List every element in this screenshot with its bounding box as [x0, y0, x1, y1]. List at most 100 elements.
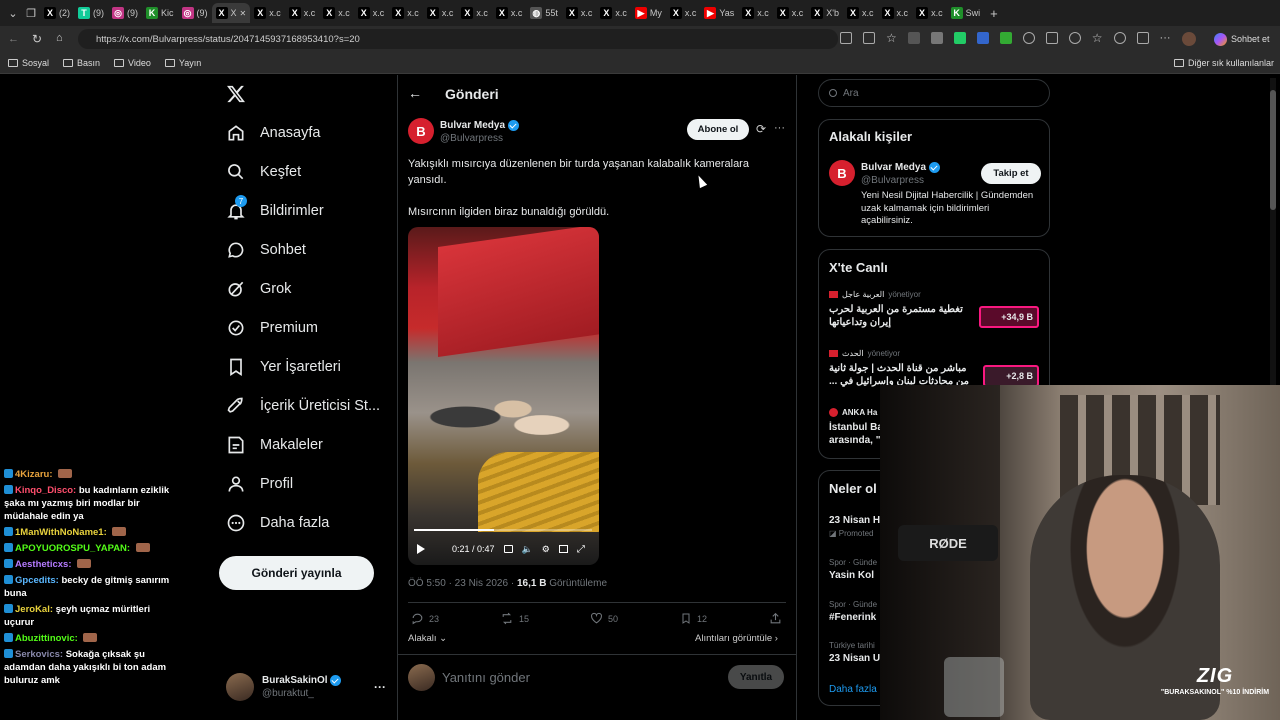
extension-icon[interactable] — [1068, 32, 1081, 44]
browser-tab[interactable]: ◎ (9) — [178, 3, 212, 23]
repost-action[interactable]: 15 — [500, 612, 529, 625]
browser-tab[interactable]: Xx.c — [457, 3, 492, 23]
browser-tab[interactable]: Xx.c — [596, 3, 631, 23]
browser-tab[interactable]: Xx.c — [912, 3, 947, 23]
related-user[interactable]: Bulvar Medya @Bulvarpress — [861, 161, 940, 187]
bookmark-folder[interactable]: Basın — [63, 58, 100, 68]
grok-explain-icon[interactable]: ⟳ — [756, 122, 766, 136]
extension-icon[interactable] — [840, 32, 852, 44]
browser-tab[interactable]: Xx.c — [738, 3, 773, 23]
browser-tab[interactable]: Xx.c — [285, 3, 320, 23]
account-switcher[interactable]: BurakSakinOl @buraktut_ ··· — [226, 670, 386, 704]
back-arrow-icon[interactable]: ← — [408, 85, 422, 101]
nav-home[interactable]: Anasayfa — [226, 123, 320, 143]
browser-tab[interactable]: T (9) — [74, 3, 108, 23]
extension-icon[interactable] — [863, 32, 875, 44]
browser-tab[interactable]: Xx.c — [319, 3, 354, 23]
trend-item[interactable]: Spor · Günde #Fenerink — [829, 598, 877, 624]
browser-tab[interactable]: X X'b — [807, 3, 843, 23]
nav-chat[interactable]: Sohbet — [226, 240, 306, 260]
extension-icon[interactable] — [930, 32, 943, 44]
extension-icon[interactable] — [1136, 32, 1149, 44]
related-filter[interactable]: Alakalı ⌄ — [408, 633, 447, 644]
like-action[interactable]: 50 — [590, 612, 618, 625]
browser-tab[interactable]: X (2) — [40, 3, 74, 23]
other-bookmarks[interactable]: Diğer sık kullanılanlar — [1173, 58, 1274, 68]
post-video[interactable]: 0:21 / 0:47 🔈 ⚙ ⤢ — [408, 227, 599, 565]
extension-icon[interactable] — [907, 32, 920, 44]
reload-icon[interactable]: ↻ — [32, 32, 42, 46]
live-item[interactable]: العربية عاجل yönetiyor تغطية مستمرة من ا… — [829, 290, 1045, 329]
browser-tab[interactable]: Xx.c — [388, 3, 423, 23]
browser-tab[interactable]: Xx.c — [878, 3, 913, 23]
x-logo-icon[interactable] — [226, 84, 246, 104]
nav-explore[interactable]: Keşfet — [226, 162, 301, 182]
more-dots-icon[interactable]: ··· — [374, 680, 386, 694]
more-dots-icon[interactable]: ··· — [774, 122, 785, 134]
browser-tab[interactable]: Xx.c — [423, 3, 458, 23]
browser-tab[interactable]: Xx.c — [666, 3, 701, 23]
related-avatar[interactable]: B — [829, 160, 855, 186]
play-icon[interactable] — [417, 544, 425, 554]
pip-icon[interactable] — [558, 545, 568, 553]
author-info[interactable]: Bulvar Medya @Bulvarpress — [440, 119, 519, 145]
browser-tab[interactable]: ◎ (9) — [108, 3, 142, 23]
search-box[interactable]: Ara — [818, 79, 1050, 107]
extension-icon[interactable] — [953, 32, 966, 44]
bookmark-action[interactable]: 12 — [680, 612, 707, 625]
subscribe-button[interactable]: Abone ol — [687, 119, 749, 140]
fullscreen-icon[interactable]: ⤢ — [577, 544, 585, 555]
browser-tab[interactable]: Xx.c — [492, 3, 527, 23]
nav-notifications[interactable]: 7 Bildirimler — [226, 195, 324, 221]
trend-item[interactable]: Spor · Günde Yasin Kol — [829, 556, 877, 582]
nav-grok[interactable]: Grok — [226, 279, 291, 299]
captions-icon[interactable] — [503, 545, 513, 553]
view-quotes-link[interactable]: Alıntıları görüntüle › — [695, 633, 778, 644]
browser-tab[interactable]: Xx.c — [773, 3, 808, 23]
trend-item[interactable]: 23 Nisan H ◪ Promoted — [829, 514, 880, 540]
bookmark-folder[interactable]: Yayın — [164, 58, 201, 68]
extension-icon[interactable] — [999, 32, 1012, 44]
browser-tab[interactable]: ◍ 55t — [526, 3, 562, 23]
share-icon[interactable] — [769, 612, 782, 625]
home-icon[interactable]: ⌂ — [56, 32, 63, 44]
browser-tab[interactable]: K Kic — [142, 3, 178, 23]
menu-dots-icon[interactable]: ··· — [1160, 32, 1171, 46]
bookmark-folder[interactable]: Video — [114, 58, 151, 68]
browser-tab[interactable]: Xx.c — [250, 3, 285, 23]
live-item[interactable]: الحدث yönetiyor مباشر من قناة الحدث | جو… — [829, 349, 1045, 388]
nav-bookmarks[interactable]: Yer İşaretleri — [226, 357, 341, 377]
extension-icon[interactable] — [1022, 32, 1035, 44]
browser-menu-icon[interactable]: ⌄ — [4, 7, 22, 20]
address-bar[interactable]: https://x.com/Bulvarpress/status/2047145… — [78, 29, 838, 49]
back-icon[interactable]: ← — [8, 33, 19, 45]
scrollbar-thumb[interactable] — [1270, 90, 1276, 210]
browser-tab[interactable]: X X ✕ — [211, 3, 251, 23]
split-screen-icon[interactable] — [1045, 32, 1058, 44]
reply-input[interactable]: Yanıtını gönder — [442, 670, 530, 685]
reply-button[interactable]: Yanıtla — [728, 665, 784, 689]
post-button[interactable]: Gönderi yayınla — [219, 556, 374, 590]
browser-tab[interactable]: Xx.c — [562, 3, 597, 23]
settings-icon[interactable]: ⚙ — [542, 544, 550, 555]
close-icon[interactable]: ✕ — [240, 9, 247, 18]
extension-icon[interactable] — [1113, 32, 1126, 44]
browser-tab[interactable]: K Swi — [947, 3, 985, 23]
workspaces-icon[interactable]: ❐ — [22, 7, 40, 20]
profile-avatar[interactable] — [1181, 32, 1196, 46]
bookmark-folder[interactable]: Sosyal — [8, 58, 49, 68]
nav-premium[interactable]: Premium — [226, 318, 318, 338]
nav-articles[interactable]: Makaleler — [226, 435, 323, 455]
browser-tab[interactable]: Xx.c — [354, 3, 389, 23]
nav-profile[interactable]: Profil — [226, 474, 293, 494]
follow-button[interactable]: Takip et — [981, 163, 1041, 184]
favorites-icon[interactable]: ☆ — [1092, 32, 1103, 46]
volume-icon[interactable]: 🔈 — [522, 544, 533, 555]
copilot-button[interactable]: Sohbet et — [1214, 30, 1270, 48]
author-avatar[interactable]: B — [408, 118, 434, 144]
browser-tab[interactable]: ▶ My — [631, 3, 666, 23]
extension-icon[interactable] — [976, 32, 989, 44]
nav-more[interactable]: Daha fazla — [226, 513, 329, 533]
browser-tab[interactable]: Xx.c — [843, 3, 878, 23]
browser-tab[interactable]: ▶ Yas — [700, 3, 738, 23]
